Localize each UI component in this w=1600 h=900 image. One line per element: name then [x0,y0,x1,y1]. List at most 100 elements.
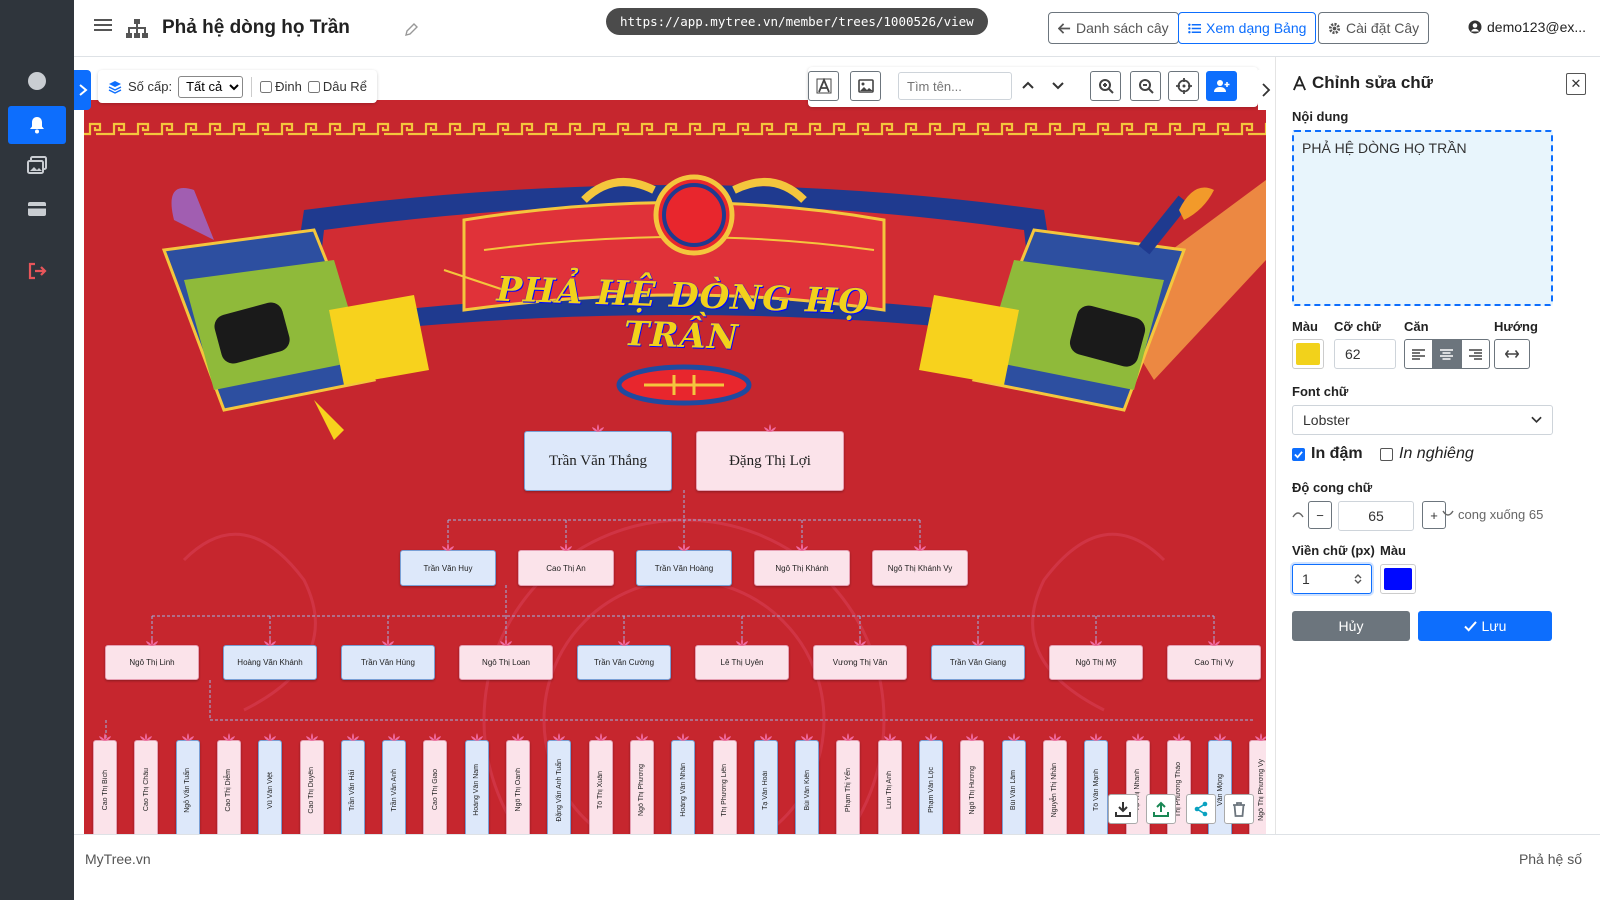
tree-canvas[interactable]: PHẢ HỆ DÒNG HỌ TRẦN Trần Văn Thắng Đặng T… [84,100,1266,852]
member-card[interactable]: Tô Văn Mạnh [1084,740,1109,840]
zoom-in-button[interactable] [1090,71,1121,101]
member-card[interactable]: Ngô Thị Khánh Vy [872,550,968,586]
bold-checkbox[interactable]: In đậm [1292,445,1363,463]
member-card[interactable]: Cao Thị Châu [134,740,159,840]
member-card[interactable]: Trần Văn Anh [382,740,407,840]
member-card[interactable]: Trần Văn Hoàng [636,550,732,586]
member-card[interactable]: Trần Văn Cường [577,645,671,680]
member-card[interactable]: Lê Thị Uyên [695,645,789,680]
member-card[interactable]: Ngô Thị Linh [105,645,199,680]
member-card[interactable]: Cao Thị Diễm [216,740,241,840]
member-card[interactable]: Ngô Thị Phương [629,740,654,840]
check-icon [1463,620,1477,632]
member-card[interactable]: Vương Thị Vân [813,645,907,680]
member-card[interactable]: Đặng Văn Anh Tuấn [547,740,572,840]
member-card[interactable]: Ngô Thị Hương [960,740,985,840]
spinner-arrows-icon[interactable] [1354,573,1362,585]
member-card[interactable]: Đặng Thị Lợi [696,431,844,491]
member-card[interactable]: Trần Văn Hải [340,740,365,840]
member-card[interactable]: Ngô Thị Oanh [506,740,530,840]
member-card[interactable]: Ngô Thị Mỹ [1049,645,1143,680]
sidebar-item-notifications[interactable] [8,106,66,144]
chevron-down-icon[interactable] [1050,77,1066,93]
member-card[interactable]: Cao Thị Duyên [299,740,324,840]
download-button[interactable] [1108,794,1138,824]
member-card[interactable]: Phạm Thị Yến [836,740,861,840]
pencil-icon[interactable] [404,23,418,37]
member-name: Ngô Thị Khánh Vy [887,563,953,573]
member-card[interactable]: Phạm Văn Lộc [919,740,943,840]
dinh-checkbox[interactable] [260,80,273,93]
sidebar-item-logout[interactable] [8,252,66,290]
add-member-button[interactable] [1206,71,1237,101]
upload-button[interactable] [1146,794,1176,824]
dau-re-checkbox[interactable] [307,80,320,93]
member-card[interactable]: Bùi Văn Kiên [795,740,820,840]
dinh-filter[interactable]: Đinh [260,79,302,94]
member-card[interactable]: Hoàng Văn Khánh [223,645,317,680]
zoom-out-button[interactable] [1130,71,1161,101]
member-card[interactable]: Nguyễn Thị Nhàn [1042,740,1067,840]
member-card[interactable]: Thị Phương Liên [712,740,737,840]
member-card[interactable]: Tạ Thị Nhanh [1125,740,1150,840]
member-card[interactable]: Hoàng Văn Nhân [671,740,696,840]
circle-icon [28,72,46,90]
sidebar-item-billing[interactable] [8,190,66,228]
collapse-left-panel-button[interactable] [74,70,91,110]
sidebar-item-home[interactable] [8,62,66,100]
member-card[interactable]: Lưu Thị Anh [877,740,902,840]
chevron-up-icon[interactable] [1020,77,1036,93]
member-card[interactable]: Trần Văn Hùng [341,645,435,680]
font-size-input[interactable]: 62 [1334,339,1396,369]
table-view-button[interactable]: Xem dạng Bảng [1178,12,1317,44]
member-card[interactable]: Vũ Văn Việt [258,740,283,840]
stroke-width-input[interactable]: 1 [1292,564,1372,594]
sidebar-item-gallery[interactable] [8,146,66,184]
menu-toggle-icon[interactable] [94,16,112,36]
add-text-button[interactable] [808,71,839,101]
member-card[interactable]: Ngô Thị Khánh [754,550,850,586]
member-card[interactable]: Ngô Thị Loan [459,645,553,680]
delete-button[interactable] [1224,794,1254,824]
text-color-picker[interactable] [1292,339,1324,369]
member-card[interactable]: Trần Văn Huy [400,550,496,586]
cancel-button[interactable]: Hủy [1292,611,1410,641]
member-card[interactable]: Ngô Văn Tuấn [175,740,200,840]
member-card[interactable]: Cao Thị An [518,550,614,586]
align-center-button[interactable] [1433,340,1462,368]
tree-settings-button[interactable]: Cài đặt Cây [1318,12,1430,44]
tree-list-button[interactable]: Danh sách cây [1048,12,1179,44]
collapse-right-panel-button[interactable] [1258,70,1274,110]
member-card[interactable]: Tạ Văn Hoài [753,740,778,840]
text-direction-button[interactable] [1494,339,1530,369]
member-card[interactable]: Thị Phương Thảo [1166,740,1191,840]
member-card[interactable]: Trần Văn Giang [931,645,1025,680]
close-panel-button[interactable]: ✕ [1566,73,1586,95]
search-name-input[interactable] [898,72,1012,100]
member-card[interactable]: Bùi Văn Lâm [1001,740,1026,840]
center-view-button[interactable] [1168,71,1199,101]
italic-checkbox[interactable]: In nghiêng [1380,445,1474,463]
share-button[interactable] [1186,794,1216,824]
dau-re-filter[interactable]: Dâu Rể [307,79,367,94]
member-card[interactable]: Ngô Thị Phương Vy [1249,740,1266,840]
member-card[interactable]: Cao Thị Giao [423,740,448,840]
save-button[interactable]: Lưu [1418,611,1552,641]
font-family-select[interactable]: Lobster [1292,405,1553,435]
curve-decrement-button[interactable]: − [1308,501,1332,529]
curve-input[interactable]: 65 [1338,501,1414,531]
member-card[interactable]: Trần Văn Thắng [524,431,672,491]
align-left-button[interactable] [1405,340,1434,368]
chevron-right-icon [1262,83,1271,97]
stroke-color-picker[interactable] [1380,564,1416,594]
member-card[interactable]: Tô Thị Xuân [588,740,613,840]
add-image-button[interactable] [850,71,881,101]
member-card[interactable]: Cao Thị Bích [93,740,117,840]
user-menu[interactable]: demo123@ex... [1468,19,1586,35]
member-card[interactable]: Hoàng Văn Nam [464,740,489,840]
content-textarea[interactable]: PHẢ HỆ DÒNG HỌ TRẦN [1292,130,1553,306]
align-right-button[interactable] [1462,340,1489,368]
member-card[interactable]: Cao Thị Vy [1167,645,1261,680]
member-card[interactable]: Văn Mộng [1208,740,1233,840]
level-select[interactable]: Tất cả [178,75,244,98]
